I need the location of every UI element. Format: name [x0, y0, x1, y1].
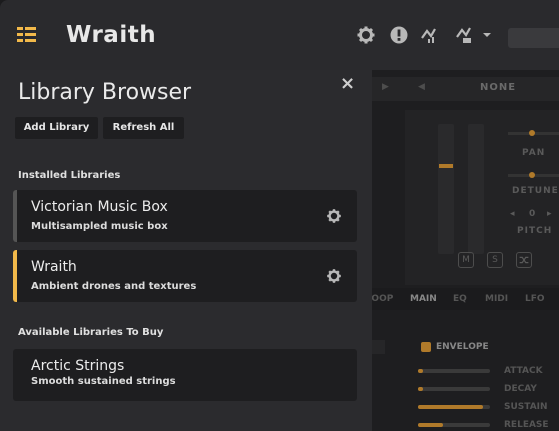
chevron-down-icon[interactable] — [481, 25, 493, 45]
envelope-decay-slider[interactable] — [418, 387, 490, 391]
library-name: Wraith — [31, 259, 77, 275]
level-meter — [468, 124, 484, 254]
library-description: Ambient drones and textures — [31, 281, 197, 292]
top-bar: Wraith — [0, 0, 559, 70]
pan-label: PAN — [522, 148, 546, 158]
signal-icon[interactable] — [420, 25, 440, 45]
app-title: Wraith — [66, 22, 157, 48]
gear-icon[interactable] — [326, 268, 342, 284]
menu-icon[interactable] — [17, 27, 36, 42]
tab-eq[interactable]: EQ — [453, 294, 467, 304]
envelope-checkbox[interactable] — [421, 342, 431, 352]
preset-header — [360, 77, 559, 101]
card-accent-active — [13, 250, 17, 302]
card-accent — [13, 190, 17, 242]
mute-button[interactable]: M — [458, 252, 474, 268]
connection-icon[interactable] — [455, 25, 475, 45]
tab-lfo[interactable]: LFO — [525, 294, 545, 304]
preset-selector[interactable] — [508, 28, 559, 48]
pan-handle[interactable] — [529, 130, 535, 136]
close-icon[interactable]: × — [340, 73, 355, 94]
library-card-arctic-strings[interactable]: Arctic Strings Smooth sustained strings — [13, 349, 357, 401]
library-description: Smooth sustained strings — [31, 376, 176, 387]
refresh-all-button[interactable]: Refresh All — [103, 117, 184, 139]
tab-main[interactable]: MAIN — [410, 294, 437, 304]
envelope-decay-fill — [418, 387, 423, 391]
fader-handle[interactable] — [439, 164, 453, 168]
pitch-label: PITCH — [517, 226, 553, 236]
envelope-release-label: RELEASE — [504, 420, 549, 430]
envelope-decay-label: DECAY — [504, 384, 537, 394]
tab-midi[interactable]: MIDI — [485, 294, 508, 304]
envelope-attack-fill — [418, 369, 423, 373]
pitch-down-icon[interactable]: ◂ — [510, 209, 516, 219]
library-browser-title: Library Browser — [18, 80, 192, 105]
library-name: Victorian Music Box — [31, 199, 168, 215]
add-library-button[interactable]: Add Library — [15, 117, 98, 139]
library-card-victorian-music-box[interactable]: Victorian Music Box Multisampled music b… — [13, 190, 357, 242]
library-description: Multisampled music box — [31, 221, 168, 232]
envelope-attack-slider[interactable] — [418, 369, 490, 373]
envelope-sustain-fill — [418, 405, 483, 409]
library-card-wraith[interactable]: Wraith Ambient drones and textures — [13, 250, 357, 302]
shuffle-icon[interactable] — [516, 252, 532, 268]
alert-icon[interactable] — [389, 25, 409, 45]
pitch-up-icon[interactable]: ▸ — [547, 209, 553, 219]
solo-button[interactable]: S — [487, 252, 503, 268]
detune-handle[interactable] — [529, 172, 535, 178]
envelope-release-fill — [418, 423, 443, 427]
available-libraries-label: Available Libraries To Buy — [18, 327, 164, 338]
gear-icon[interactable] — [326, 208, 342, 224]
detune-label: DETUNE — [512, 186, 559, 196]
preset-name: NONE — [480, 82, 517, 93]
next-arrow-icon[interactable]: ▶ — [382, 82, 389, 92]
prev-arrow-icon[interactable]: ◀ — [418, 82, 425, 92]
gear-icon[interactable] — [356, 25, 376, 45]
volume-fader[interactable] — [438, 124, 454, 254]
envelope-title: ENVELOPE — [436, 342, 489, 352]
envelope-attack-label: ATTACK — [504, 366, 543, 376]
library-name: Arctic Strings — [31, 358, 125, 374]
installed-libraries-label: Installed Libraries — [18, 170, 121, 181]
pitch-value: 0 — [529, 209, 537, 219]
envelope-sustain-label: SUSTAIN — [504, 402, 548, 412]
